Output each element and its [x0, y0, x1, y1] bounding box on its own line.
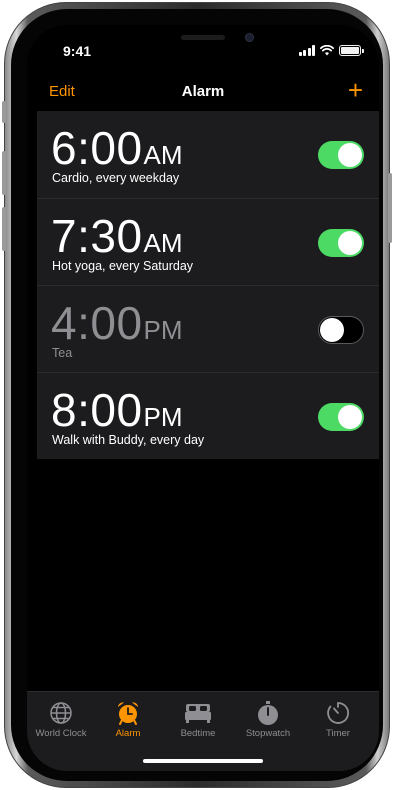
side-power-button	[388, 173, 392, 243]
front-camera	[245, 33, 254, 42]
tab-label: World Clock	[35, 728, 87, 739]
alarm-label: Hot yoga, every Saturday	[52, 259, 194, 273]
alarm-toggle[interactable]	[318, 403, 364, 431]
alarm-row[interactable]: 4:00PM Tea	[37, 285, 379, 372]
page-title: Alarm	[181, 83, 225, 100]
toggle-knob	[338, 231, 362, 255]
speaker-grille	[181, 35, 225, 40]
alarm-label: Tea	[52, 346, 73, 360]
volume-down-button	[2, 207, 6, 251]
notch	[115, 25, 291, 57]
toggle-knob	[338, 405, 362, 429]
wifi-icon	[320, 44, 334, 55]
nav-bar: Edit Alarm +	[27, 77, 379, 113]
stopwatch-icon	[258, 701, 278, 725]
volume-up-button	[2, 151, 6, 195]
tab-world-clock[interactable]: World Clock	[27, 700, 96, 739]
alarm-label: Walk with Buddy, every day	[52, 433, 205, 447]
tab-label: Timer	[326, 728, 350, 739]
home-indicator[interactable]	[143, 759, 263, 763]
alarm-time: 7:30AM	[51, 210, 183, 262]
timer-icon	[327, 702, 349, 724]
mute-switch	[2, 101, 6, 123]
tab-bedtime[interactable]: Bedtime	[163, 700, 233, 739]
status-time: 9:41	[63, 43, 92, 59]
alarm-time: 4:00PM	[51, 297, 183, 349]
alarm-clock-icon	[118, 702, 138, 725]
alarm-toggle[interactable]	[318, 316, 364, 344]
alarm-row[interactable]: 8:00PM Walk with Buddy, every day	[37, 372, 379, 459]
tab-bar: World Clock Alarm Bedtime Stopwatch Time…	[27, 691, 379, 771]
bed-icon	[185, 704, 211, 723]
alarm-toggle[interactable]	[318, 229, 364, 257]
tab-timer[interactable]: Timer	[303, 700, 373, 739]
alarm-time: 8:00PM	[51, 384, 183, 436]
globe-icon	[50, 702, 72, 724]
tab-alarm[interactable]: Alarm	[93, 700, 163, 739]
add-alarm-button[interactable]: +	[348, 77, 363, 103]
alarm-list: 6:00AM Cardio, every weekday 7:30AM Hot …	[37, 111, 379, 459]
alarm-toggle[interactable]	[318, 141, 364, 169]
status-icons	[298, 43, 364, 57]
tab-label: Bedtime	[180, 728, 216, 739]
alarm-time: 6:00AM	[51, 122, 183, 174]
toggle-knob	[320, 318, 344, 342]
phone-frame: 9:41 Edit Alarm + 6:00AM Cardio, every w…	[2, 2, 392, 788]
toggle-knob	[338, 143, 362, 167]
alarm-row[interactable]: 7:30AM Hot yoga, every Saturday	[37, 198, 379, 285]
tab-stopwatch[interactable]: Stopwatch	[233, 700, 303, 739]
alarm-label: Cardio, every weekday	[52, 171, 180, 185]
screen: 9:41 Edit Alarm + 6:00AM Cardio, every w…	[27, 25, 379, 771]
battery-icon	[339, 44, 364, 56]
alarm-row[interactable]: 6:00AM Cardio, every weekday	[37, 111, 379, 198]
cellular-signal-icon	[298, 44, 315, 56]
tab-label: Stopwatch	[245, 728, 291, 739]
tab-label: Alarm	[115, 728, 141, 739]
